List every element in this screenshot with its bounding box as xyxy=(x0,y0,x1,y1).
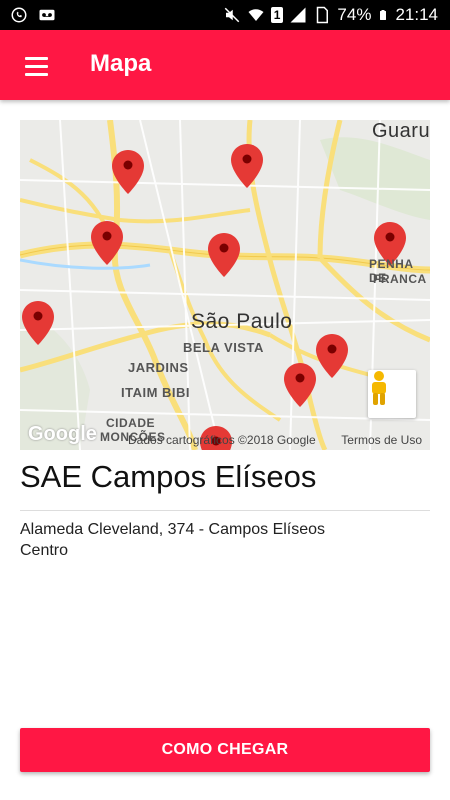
hamburger-menu-icon[interactable] xyxy=(14,51,58,81)
wifi-icon xyxy=(248,9,264,21)
divider xyxy=(20,510,430,511)
sim-icon xyxy=(317,6,329,24)
directions-button[interactable]: COMO CHEGAR xyxy=(20,728,430,772)
map-label-guaru: Guaru xyxy=(372,120,430,142)
status-bar: 1 74% 21:14 xyxy=(0,0,450,30)
map-label-itaim-bibi: ITAIM BIBI xyxy=(121,385,191,400)
place-address: Alameda Cleveland, 374 - Campos Elíseos … xyxy=(20,519,325,561)
map-view[interactable]: Guaru PENHA DE FRANCA São Paulo BELA VIS… xyxy=(20,120,430,450)
map-label-jardins: JARDINS xyxy=(128,360,189,375)
sim-label: 1 xyxy=(270,7,284,23)
page-title: Mapa xyxy=(90,50,152,77)
signal-icon xyxy=(290,7,306,23)
map-label-city: São Paulo xyxy=(191,310,293,333)
map-label-penha-2: FRANCA xyxy=(373,272,427,286)
google-logo: Google xyxy=(28,423,97,445)
address-line-1: Alameda Cleveland, 374 - Campos Elíseos xyxy=(20,521,326,538)
app-bar: Mapa xyxy=(0,30,450,100)
map-attribution: Dados cartográficos ©2018 Google xyxy=(128,433,316,447)
clock: 21:14 xyxy=(395,5,438,24)
mute-icon xyxy=(224,7,240,23)
address-line-2: Centro xyxy=(20,542,69,559)
battery-icon xyxy=(380,10,387,20)
map-label-cidade-1: CIDADE xyxy=(106,416,156,430)
voicemail-icon xyxy=(39,9,55,21)
place-name: SAE Campos Elíseos xyxy=(20,459,317,494)
street-view-pegman-icon[interactable] xyxy=(368,370,416,418)
map-label-bela-vista: BELA VISTA xyxy=(183,340,264,355)
map-terms-link[interactable]: Termos de Uso xyxy=(341,433,422,447)
whatsapp-icon xyxy=(11,7,27,23)
battery-percent: 74% xyxy=(337,5,372,24)
